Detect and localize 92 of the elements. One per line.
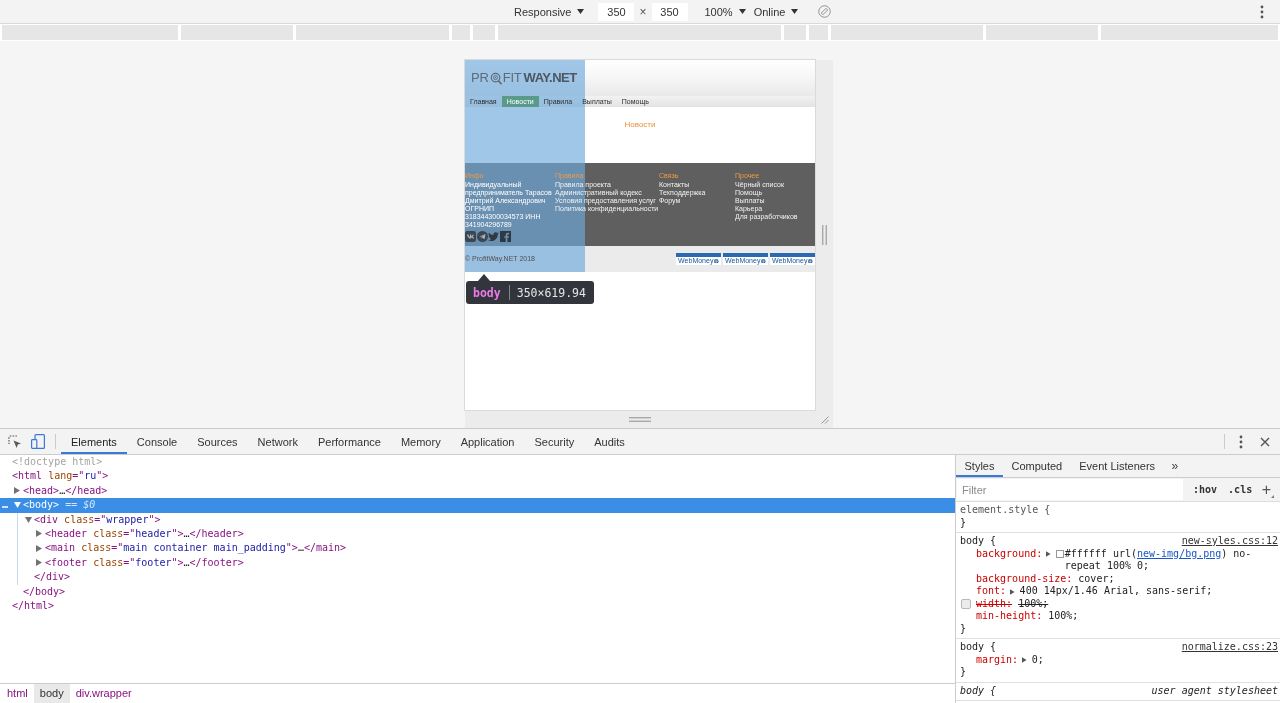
tooltip-dimensions: 350×619.94	[516, 285, 586, 300]
property-name[interactable]: font:	[976, 585, 1007, 598]
url-link[interactable]: new-img/bg.png	[1137, 547, 1222, 559]
color-swatch[interactable]	[1055, 550, 1064, 558]
zoom-menu[interactable]: 100%	[700, 1, 750, 22]
panel-tab[interactable]: Performance	[307, 429, 391, 454]
expand-triangle-icon[interactable]	[1046, 551, 1051, 557]
css-selector: body {	[960, 641, 997, 654]
twitter-icon[interactable]	[488, 231, 500, 242]
telegram-icon[interactable]	[476, 231, 488, 242]
rotate-icon[interactable]	[818, 5, 832, 18]
panel-tab[interactable]: Network	[247, 429, 308, 454]
source-link[interactable]: new-syles.css:12	[1181, 535, 1278, 548]
property-value[interactable]: 0;	[1031, 653, 1044, 666]
panel-tab[interactable]: Console	[126, 429, 188, 454]
class-toggle[interactable]: .cls	[1227, 484, 1254, 495]
css-selector: body {	[960, 684, 997, 697]
caret-icon	[738, 9, 746, 14]
inspect-cursor-icon[interactable]	[8, 434, 22, 449]
globe-icon	[714, 258, 719, 263]
facebook-icon[interactable]	[499, 231, 511, 242]
height-input[interactable]: 350	[651, 2, 688, 21]
caret-icon	[577, 9, 585, 14]
closing-tag[interactable]: </html>	[0, 598, 955, 614]
property-value[interactable]: 400 14px/1.46 Arial, sans-serif;	[1019, 585, 1213, 598]
vk-icon[interactable]	[465, 231, 476, 242]
breadcrumb[interactable]: html	[1, 684, 34, 703]
dom-node[interactable]: <html lang="ru">	[0, 469, 955, 484]
more-options-icon[interactable]	[1239, 434, 1243, 449]
hover-state-toggle[interactable]: :hov	[1192, 484, 1219, 495]
device-menu[interactable]: Responsive	[510, 1, 589, 22]
disclosure-triangle-icon[interactable]	[36, 544, 42, 552]
closing-brace: }	[960, 516, 968, 529]
property-name[interactable]: background-size:	[976, 572, 1073, 585]
globe-icon	[808, 258, 813, 263]
disclosure-triangle-icon[interactable]	[36, 530, 42, 538]
source-label: user agent stylesheet	[1151, 684, 1278, 697]
page-heading: Новости	[624, 120, 656, 130]
grip-lines-icon[interactable]	[821, 225, 827, 245]
disclosure-triangle-icon[interactable]	[36, 559, 42, 567]
panel-tab[interactable]: Memory	[390, 429, 451, 454]
close-icon[interactable]	[1260, 436, 1270, 447]
panel-tab[interactable]: Elements	[61, 429, 127, 454]
sidebar-tab[interactable]: Event Listeners	[1070, 455, 1164, 477]
property-name[interactable]: margin:	[976, 653, 1019, 666]
caret-icon	[791, 9, 799, 14]
logo-text: WAY.NET	[523, 69, 577, 87]
width-input[interactable]: 350	[598, 2, 635, 21]
logo-text: FIT	[502, 69, 522, 87]
magnifier-icon	[489, 71, 502, 85]
css-selector: element.style {	[960, 504, 1051, 517]
dom-node[interactable]: <head>…</head>	[0, 483, 955, 499]
disclosure-triangle-icon[interactable]	[14, 502, 21, 509]
resize-corner-icon[interactable]	[819, 414, 829, 424]
panel-tab[interactable]: Application	[450, 429, 525, 454]
closing-brace: }	[960, 666, 968, 679]
breadcrumb[interactable]: div.wrapper	[69, 684, 138, 703]
dom-node[interactable]: <main class="main container main_padding">…</main>	[0, 541, 955, 556]
property-value[interactable]: 100%;	[1048, 610, 1079, 623]
panel-tab[interactable]: Security	[524, 429, 585, 454]
source-link[interactable]: normalize.css:23	[1181, 641, 1278, 654]
dom-node[interactable]: <div class="wrapper">	[0, 512, 955, 527]
new-rule-button[interactable]: +	[1260, 481, 1274, 498]
times-sign: ×	[639, 4, 647, 19]
devices-icon[interactable]	[31, 434, 45, 449]
logo-text: PR	[471, 69, 489, 87]
css-selector: body {	[960, 535, 997, 548]
filter-input[interactable]: Filter	[957, 479, 1183, 500]
expand-triangle-icon[interactable]	[1022, 657, 1027, 663]
property-name[interactable]: background:	[976, 547, 1043, 560]
closing-brace: }	[960, 622, 968, 635]
expand-triangle-icon[interactable]	[1010, 588, 1015, 595]
panel-tab[interactable]: Audits	[584, 429, 635, 454]
grip-lines-icon[interactable]	[629, 416, 651, 422]
corner-triangle-icon	[1271, 494, 1274, 498]
breadcrumb[interactable]: body	[33, 684, 70, 703]
closing-tag[interactable]: </body>	[0, 584, 955, 599]
globe-icon	[761, 258, 766, 263]
more-options-icon[interactable]	[1260, 4, 1264, 19]
throttling-menu[interactable]: Online	[749, 1, 803, 22]
dom-node[interactable]: <header class="header">…</header>	[0, 526, 955, 542]
tooltip-tag-name: body	[473, 285, 501, 300]
dom-node[interactable]: <footer class="footer">…</footer>	[0, 555, 955, 571]
disclosure-triangle-icon[interactable]	[25, 516, 32, 523]
panel-tab[interactable]: Sources	[187, 429, 248, 454]
closing-tag[interactable]: </div>	[0, 570, 955, 585]
property-value[interactable]: #ffffff url(new-img/bg.png) no-repeat 100% 0;	[1064, 547, 1276, 573]
property-name[interactable]: min-height:	[976, 610, 1043, 623]
property-value[interactable]: cover;	[1078, 572, 1115, 585]
disclosure-triangle-icon[interactable]	[14, 487, 20, 495]
more-tabs-button[interactable]: »	[1163, 455, 1187, 477]
sidebar-tab[interactable]: Computed	[1002, 455, 1071, 477]
